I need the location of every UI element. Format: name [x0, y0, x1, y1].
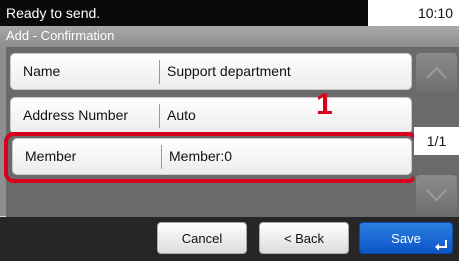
divider: [159, 104, 160, 128]
row-address-number[interactable]: Address Number Auto: [10, 97, 412, 134]
row-label: Name: [23, 63, 61, 79]
scroll-down-button[interactable]: [416, 175, 457, 215]
row-label: Address Number: [23, 107, 129, 123]
divider: [159, 60, 160, 84]
chevron-down-icon: [426, 189, 447, 202]
enter-icon: [435, 240, 447, 251]
step-number-callout: 1: [316, 88, 333, 121]
chevron-up-icon: [426, 66, 447, 79]
status-message: Ready to send.: [0, 0, 368, 26]
screen-title: Add - Confirmation: [0, 26, 459, 46]
row-value: Auto: [167, 107, 196, 123]
cancel-button[interactable]: Cancel: [157, 222, 247, 254]
save-button[interactable]: Save: [359, 222, 453, 254]
back-button[interactable]: < Back: [259, 222, 349, 254]
row-name[interactable]: Name Support department: [10, 53, 412, 90]
save-label: Save: [391, 231, 421, 246]
clock: 10:10: [417, 5, 453, 21]
scroll-up-button[interactable]: [416, 53, 457, 93]
status-bar: Ready to send. 10:10: [0, 0, 459, 26]
row-value: Support department: [167, 63, 291, 79]
member-highlight-frame: [4, 132, 418, 183]
page-indicator: 1/1: [414, 127, 459, 155]
scroll-column: 1/1: [414, 47, 459, 217]
